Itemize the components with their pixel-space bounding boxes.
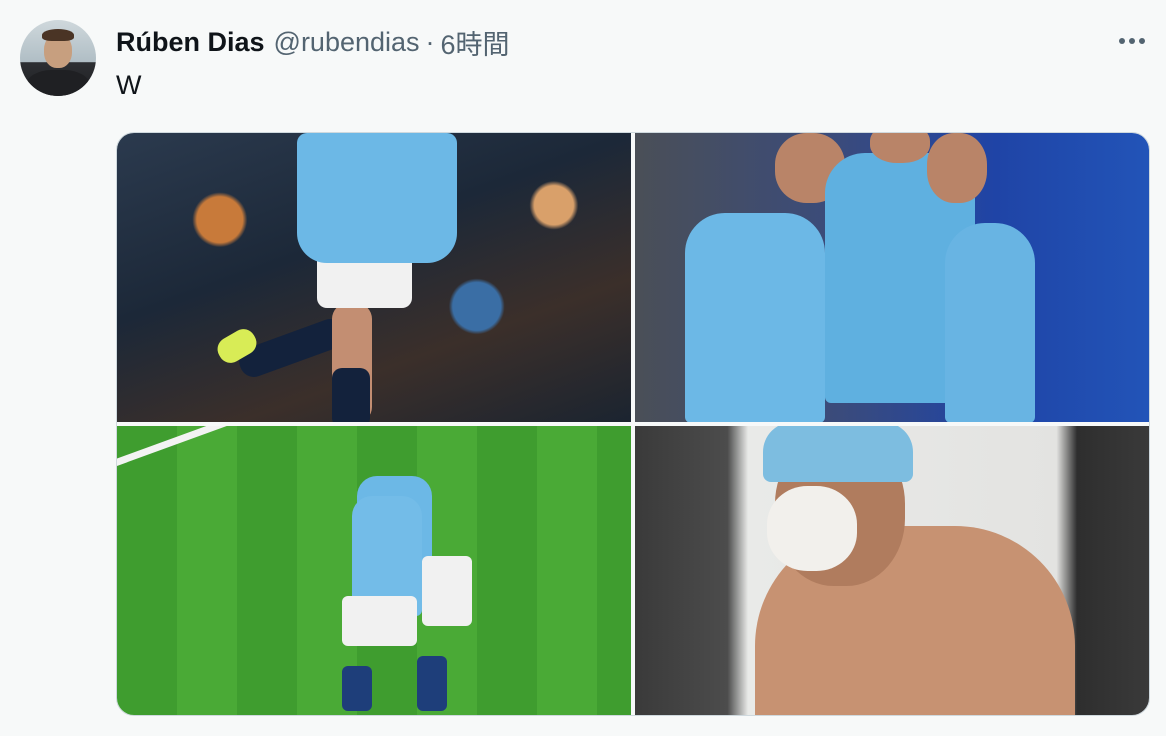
timestamp[interactable]: 6時間 — [441, 23, 510, 62]
tweet-header: Rúben Dias @rubendias · 6時間 — [116, 24, 510, 60]
avatar[interactable] — [20, 20, 96, 96]
media-photo-2[interactable] — [635, 133, 1149, 422]
more-options-icon[interactable] — [1112, 26, 1152, 56]
media-grid — [116, 132, 1150, 716]
separator-dot: · — [425, 26, 435, 57]
tweet-text: W — [116, 70, 142, 100]
media-photo-4[interactable] — [635, 426, 1149, 715]
media-photo-3[interactable] — [117, 426, 631, 715]
author-name[interactable]: Rúben Dias — [116, 27, 265, 58]
author-handle[interactable]: @rubendias — [274, 27, 420, 58]
media-photo-1[interactable] — [117, 133, 631, 422]
